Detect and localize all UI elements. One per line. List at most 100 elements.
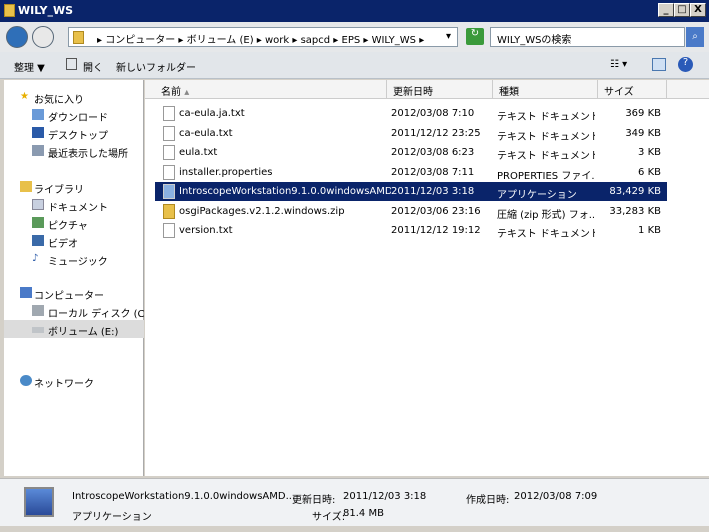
back-button[interactable] [6, 26, 28, 48]
file-row[interactable]: osgiPackages.v2.1.2.windows.zip 2012/03/… [155, 202, 667, 221]
breadcrumb-item[interactable]: sapcd [301, 35, 331, 46]
sidebar-favorites[interactable]: ★ お気に入り [4, 88, 144, 106]
sort-ascending-icon: ▴ [184, 87, 190, 98]
navigation-pane: ★ お気に入り ダウンロード デスクトップ 最近表示した場所 ライブラリ ドキュメ… [4, 80, 152, 476]
file-type: テキスト ドキュメント [497, 131, 595, 143]
breadcrumb-item[interactable]: EPS [342, 35, 361, 46]
column-name[interactable]: 名前 ▴ [155, 80, 387, 99]
recent-places-icon [32, 145, 44, 156]
sidebar-item-recent[interactable]: 最近表示した場所 [4, 142, 144, 160]
organize-button[interactable]: 整理 ▼ [14, 59, 45, 74]
view-options-icon[interactable]: ☷ ▾ [610, 59, 627, 70]
sidebar-item-music[interactable]: ♪ ミュージック [4, 250, 144, 268]
network-icon [20, 375, 32, 386]
address-dropdown-icon[interactable]: ▾ [446, 31, 451, 42]
file-row[interactable]: version.txt 2011/12/12 19:12 テキスト ドキュメント… [155, 221, 667, 240]
folder-icon [4, 4, 15, 17]
created-label: 作成日時: [466, 495, 510, 506]
title-bar: WILY_WS _ □ X [0, 0, 709, 22]
minimize-button[interactable]: _ [658, 3, 674, 17]
search-icon[interactable]: ⌕ [686, 27, 704, 47]
close-button[interactable]: X [690, 3, 706, 17]
application-icon [163, 184, 175, 199]
file-type: テキスト ドキュメント [497, 151, 595, 162]
new-folder-button[interactable]: 新しいフォルダー [116, 59, 196, 74]
open-icon [66, 58, 77, 70]
forward-button[interactable] [32, 26, 54, 48]
folder-icon [73, 31, 84, 44]
file-type: 圧縮 (zip 形式) フォ... [497, 209, 595, 221]
sidebar-item-local-disk[interactable]: ローカル ディスク (C:) [4, 302, 152, 320]
text-file-icon [163, 223, 175, 238]
refresh-button[interactable]: ↻ [466, 28, 484, 45]
library-icon [20, 181, 32, 192]
file-row[interactable]: installer.properties 2012/03/08 7:11 PRO… [155, 163, 667, 182]
sidebar-item-volume-e[interactable]: ボリューム (E:) [4, 320, 144, 338]
sidebar-item-pictures[interactable]: ピクチャ [4, 214, 144, 232]
size-label: サイズ: [312, 512, 346, 523]
maximize-button[interactable]: □ [674, 3, 690, 17]
window-title: WILY_WS [18, 4, 74, 17]
star-icon: ★ [20, 91, 29, 102]
selected-file-name: IntroscopeWorkstation9.1.0.0windowsAMD..… [72, 491, 296, 502]
zip-folder-icon [163, 203, 175, 219]
file-row[interactable]: IntroscopeWorkstation9.1.0.0windowsAMD6.… [155, 182, 667, 201]
file-name: osgiPackages.v2.1.2.windows.zip [179, 205, 345, 217]
breadcrumb-item[interactable]: WILY_WS [372, 35, 416, 46]
modified-value: 2011/12/03 3:18 [343, 491, 427, 502]
file-row[interactable]: ca-eula.ja.txt 2012/03/08 7:10 テキスト ドキュメ… [155, 104, 667, 123]
file-size: 349 KB [625, 127, 661, 139]
sidebar-computer[interactable]: コンピューター [4, 284, 144, 302]
downloads-icon [32, 109, 44, 120]
search-input[interactable]: WILY_WSの検索 [490, 27, 685, 47]
file-row[interactable]: eula.txt 2012/03/08 6:23 テキスト ドキュメント 3 K… [155, 143, 667, 162]
breadcrumb-item[interactable]: work [265, 35, 289, 46]
column-header: 名前 ▴ 更新日時 種類 サイズ [145, 80, 709, 99]
file-date: 2012/03/08 7:10 [391, 108, 475, 119]
file-date: 2012/03/08 6:23 [391, 147, 475, 158]
column-date[interactable]: 更新日時 [387, 80, 493, 99]
file-date: 2011/12/12 19:12 [391, 225, 481, 236]
file-size: 33,283 KB [609, 205, 661, 217]
file-type: アプリケーション [497, 190, 577, 201]
breadcrumb-item[interactable]: ボリューム (E) [187, 35, 254, 46]
file-name: version.txt [179, 225, 233, 236]
file-name: IntroscopeWorkstation9.1.0.0windowsAMD6.… [179, 186, 391, 197]
open-button[interactable]: 開く [83, 59, 103, 74]
address-bar-row: ▸ コンピューター ▸ ボリューム (E) ▸ work ▸ sapcd ▸ E… [0, 22, 709, 52]
text-file-icon [163, 106, 175, 121]
breadcrumb-item[interactable]: コンピューター [105, 35, 175, 46]
sidebar-item-videos[interactable]: ビデオ [4, 232, 144, 250]
computer-icon [20, 287, 32, 298]
file-size: 6 KB [638, 166, 661, 178]
preview-pane-icon[interactable] [652, 58, 666, 71]
file-name: eula.txt [179, 147, 218, 158]
column-size[interactable]: サイズ [598, 80, 667, 99]
modified-label: 更新日時: [292, 495, 336, 506]
sidebar-item-downloads[interactable]: ダウンロード [4, 106, 144, 124]
help-icon[interactable]: ? [678, 57, 693, 72]
file-row[interactable]: ca-eula.txt 2011/12/12 23:25 テキスト ドキュメント… [155, 124, 667, 143]
breadcrumb[interactable]: ▸ コンピューター ▸ ボリューム (E) ▸ work ▸ sapcd ▸ E… [97, 35, 424, 46]
address-input[interactable]: ▸ コンピューター ▸ ボリューム (E) ▸ work ▸ sapcd ▸ E… [68, 27, 458, 47]
drive-icon [32, 305, 44, 316]
file-type: テキスト ドキュメント [497, 229, 595, 240]
file-size: 1 KB [638, 225, 661, 236]
sidebar-item-desktop[interactable]: デスクトップ [4, 124, 144, 142]
sidebar-item-documents[interactable]: ドキュメント [4, 196, 144, 214]
column-type[interactable]: 種類 [493, 80, 598, 99]
videos-icon [32, 235, 44, 246]
text-file-icon [163, 145, 175, 160]
music-icon: ♪ [32, 253, 39, 264]
application-icon [24, 487, 54, 517]
file-icon [163, 164, 175, 180]
file-size: 3 KB [638, 147, 661, 158]
size-value: 81.4 MB [343, 508, 384, 519]
file-size: 369 KB [625, 108, 661, 119]
file-type: テキスト ドキュメント [497, 112, 595, 123]
file-date: 2011/12/12 23:25 [391, 127, 481, 139]
file-list: 名前 ▴ 更新日時 種類 サイズ ca-eula.ja.txt 2012/03/… [145, 80, 709, 476]
file-name: ca-eula.ja.txt [179, 108, 245, 119]
sidebar-libraries[interactable]: ライブラリ [4, 178, 144, 196]
sidebar-network[interactable]: ネットワーク [4, 372, 144, 390]
